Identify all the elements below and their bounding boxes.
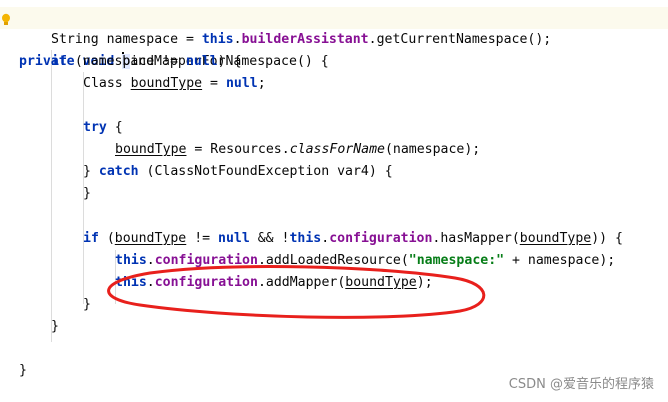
code-text: && ! <box>249 231 290 246</box>
code-text: (ClassNotFoundException var4) { <box>138 164 393 179</box>
code-text: } <box>83 297 91 312</box>
code-text: } <box>83 186 91 201</box>
type-name: Class <box>83 76 131 91</box>
code-line[interactable]: } <box>83 294 91 316</box>
code-line[interactable]: String namespace = this.builderAssistant… <box>51 29 551 51</box>
code-text: . <box>321 231 330 246</box>
code-line[interactable]: try { <box>83 117 123 139</box>
variable-name: boundType <box>114 231 187 246</box>
code-line-add-mapper[interactable]: this.configuration.addMapper(boundType); <box>115 272 433 294</box>
code-text: )) { <box>591 231 623 246</box>
keyword: this <box>201 32 234 47</box>
code-line[interactable]: } <box>19 360 27 382</box>
code-text: (namespace); <box>384 142 481 157</box>
code-text: ); <box>416 275 433 290</box>
code-line[interactable]: this.configuration.addLoadedResource("na… <box>115 250 615 272</box>
code-text: { <box>106 120 123 135</box>
keyword: this <box>289 231 322 246</box>
keyword: if <box>83 231 99 246</box>
code-editor[interactable]: private void bindMapperForNamespace() { … <box>0 0 668 402</box>
field-name: builderAssistant <box>241 32 369 47</box>
field-name: configuration <box>154 253 258 268</box>
variable-name: boundType <box>115 142 187 157</box>
keyword: null <box>225 76 258 91</box>
keyword: this <box>115 275 147 290</box>
string-literal: "namespace:" <box>408 253 505 268</box>
code-text: .hasMapper( <box>432 231 520 246</box>
keyword: this <box>115 253 147 268</box>
code-text: ) { <box>217 54 242 69</box>
code-line-method-signature[interactable]: private void bindMapperForNamespace() { <box>0 7 668 69</box>
code-line[interactable]: } <box>83 183 91 205</box>
code-text: = Resources. <box>186 142 290 157</box>
code-line[interactable]: if (boundType != null && !this.configura… <box>83 228 623 250</box>
code-text: != <box>186 231 219 246</box>
code-text: namespace = <box>98 32 202 47</box>
keyword: if <box>51 54 67 69</box>
variable-name: boundType <box>345 275 417 290</box>
warning-bulb-icon[interactable] <box>1 13 11 27</box>
static-method-name: classForName <box>289 142 385 157</box>
code-text: . <box>233 32 242 47</box>
keyword: null <box>218 231 250 246</box>
code-text: ( <box>98 231 115 246</box>
code-text: . <box>146 253 155 268</box>
keyword: null <box>185 54 218 69</box>
code-text: ; <box>257 76 266 91</box>
code-line[interactable]: if (namespace != null) { <box>51 51 242 73</box>
code-text: + namespace); <box>504 253 616 268</box>
variable-name: boundType <box>519 231 592 246</box>
field-name: configuration <box>154 275 258 290</box>
code-text: } <box>51 319 59 334</box>
code-line[interactable]: } catch (ClassNotFoundException var4) { <box>83 161 393 183</box>
keyword: catch <box>98 164 139 179</box>
indent-guide <box>51 50 52 342</box>
code-text: () { <box>296 54 329 69</box>
variable-name: boundType <box>130 76 203 91</box>
code-line[interactable]: Class boundType = null; <box>83 73 266 95</box>
code-text: (namespace != <box>66 54 186 69</box>
code-text: = <box>202 76 226 91</box>
code-text: } <box>19 363 27 378</box>
code-line[interactable]: } <box>51 316 59 338</box>
type-name: String <box>51 32 99 47</box>
code-text: .addMapper( <box>257 275 346 290</box>
keyword: try <box>83 120 107 135</box>
code-line[interactable]: boundType = Resources.classForName(names… <box>115 139 480 161</box>
code-text: .getCurrentNamespace(); <box>368 32 552 47</box>
code-text: .addLoadedResource( <box>257 253 409 268</box>
watermark: CSDN @爱音乐的程序猿 <box>508 377 654 392</box>
field-name: configuration <box>329 231 433 246</box>
code-text: . <box>146 275 155 290</box>
code-text: } <box>83 164 99 179</box>
